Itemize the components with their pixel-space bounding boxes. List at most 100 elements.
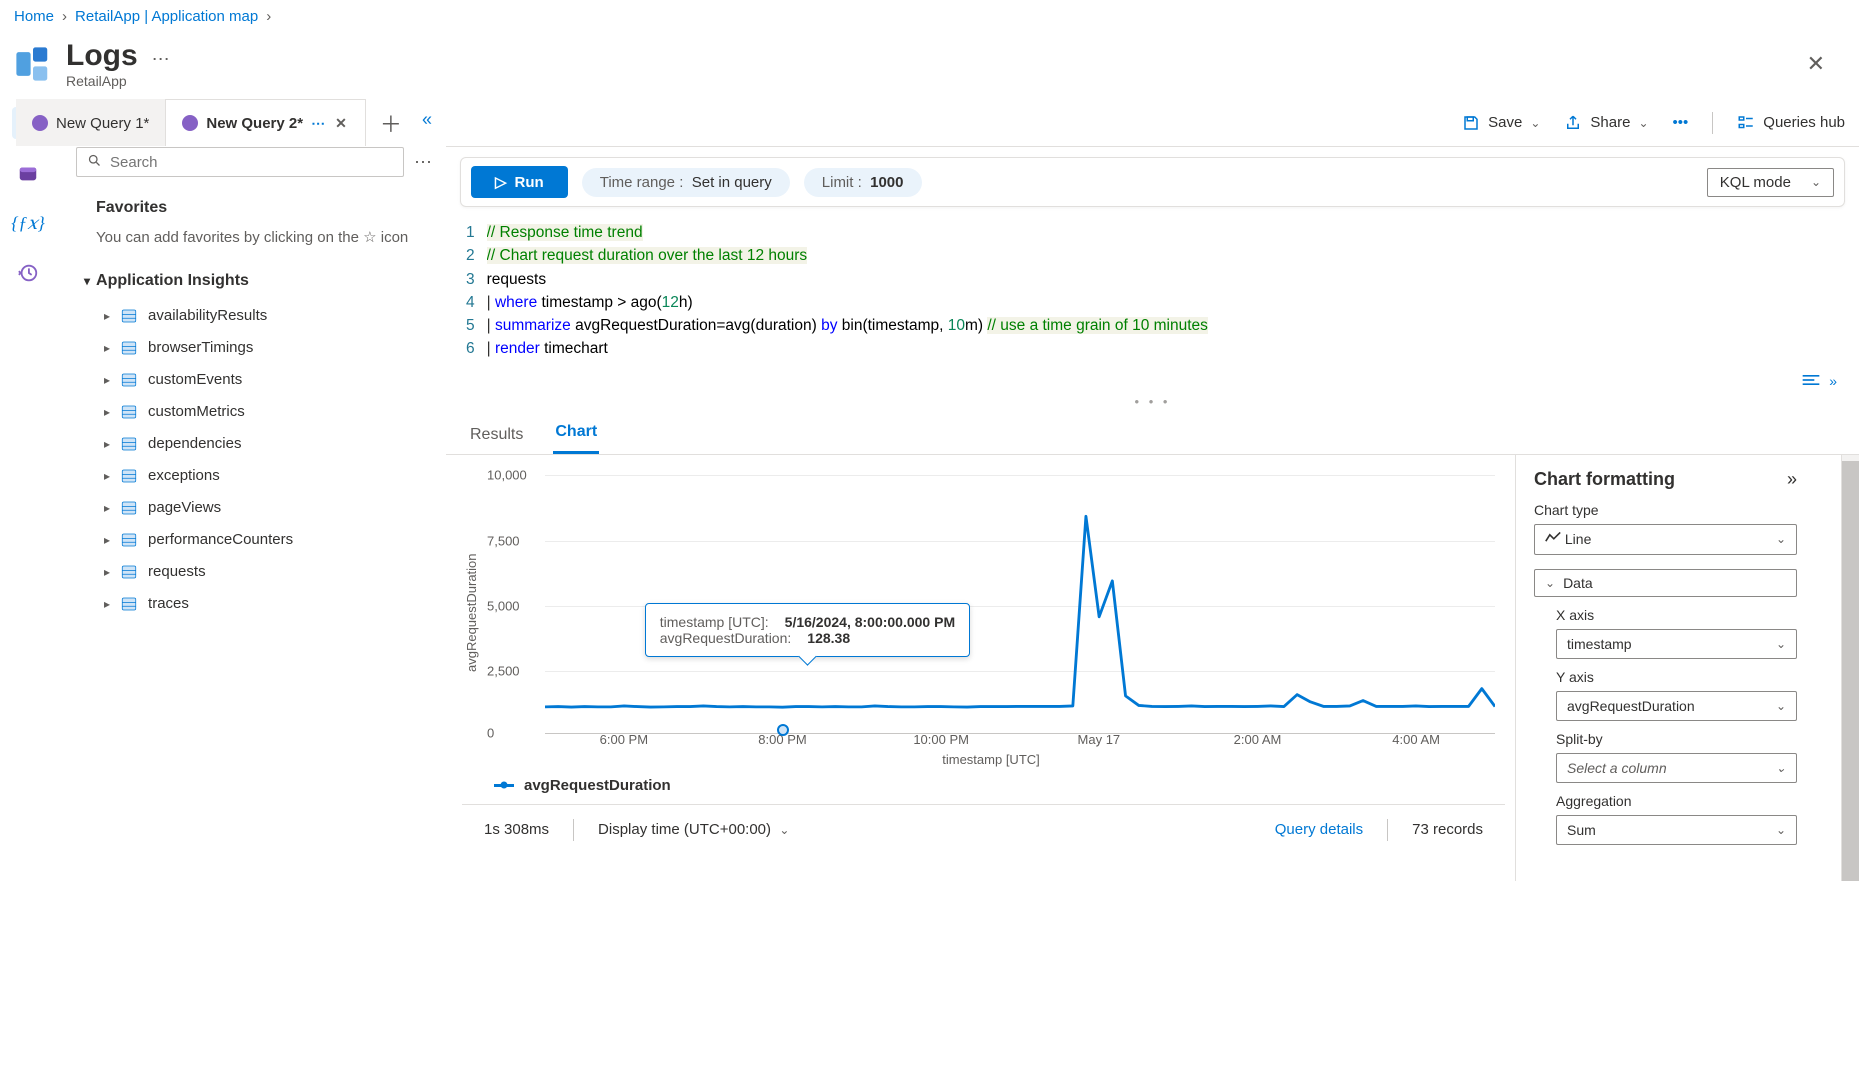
fmt-collapse-icon[interactable]: » (1787, 469, 1797, 490)
resize-grip[interactable]: • • • (446, 394, 1859, 413)
search-input[interactable] (110, 154, 393, 171)
query-tab-2[interactable]: New Query 2* ⋯ ✕ (165, 99, 365, 146)
tree-item[interactable]: ▸browserTimings (76, 332, 432, 364)
caret-right-icon: ▸ (104, 597, 110, 611)
tree-item[interactable]: ▸requests (76, 556, 432, 588)
query-editor[interactable]: 123456 // Response time trend // Chart r… (446, 217, 1859, 369)
query-tab-1[interactable]: New Query 1* (16, 99, 165, 146)
bulb-icon (32, 115, 48, 131)
toolbar-sep (1712, 112, 1713, 134)
chart-formatting-panel: Chart formatting » Chart type Line⌄ ⌄ Da… (1515, 455, 1815, 881)
table-icon (120, 531, 138, 549)
fmt-xaxis-select[interactable]: timestamp⌄ (1556, 629, 1797, 659)
table-icon (120, 563, 138, 581)
page-title-more-icon[interactable]: ⋯ (152, 49, 170, 70)
y-axis-label: avgRequestDuration (462, 463, 481, 763)
limit-pill[interactable]: Limit : 1000 (804, 168, 922, 197)
fmt-aggregation-select[interactable]: Sum⌄ (1556, 815, 1797, 845)
star-icon: ☆ (363, 229, 376, 246)
bulb-icon (182, 115, 198, 131)
y-tick: 2,500 (487, 663, 520, 678)
search-more-icon[interactable]: ⋯ (414, 152, 432, 173)
caret-right-icon: ▸ (104, 405, 110, 419)
editor-code[interactable]: // Response time trend // Chart request … (487, 221, 1859, 361)
chevron-down-icon: ⌄ (779, 823, 789, 837)
caret-right-icon: ▸ (104, 309, 110, 323)
x-tick: May 17 (1078, 732, 1121, 747)
breadcrumb-home[interactable]: Home (14, 8, 54, 25)
favorites-hint: You can add favorites by clicking on the… (76, 227, 432, 268)
fmt-data-section[interactable]: ⌄ Data (1534, 569, 1797, 597)
chevron-down-icon: ⌄ (1545, 576, 1555, 590)
logs-icon (14, 45, 52, 83)
chevron-down-icon: ⌄ (1776, 532, 1786, 546)
query-tab-label: New Query 2* (206, 115, 303, 132)
tree-item[interactable]: ▸traces (76, 588, 432, 620)
tab-more-icon[interactable]: ⋯ (311, 115, 325, 132)
word-wrap-icon[interactable] (1801, 373, 1821, 390)
tree-item[interactable]: ▸availabilityResults (76, 300, 432, 332)
tree-item-label: requests (148, 563, 206, 580)
tab-close-icon[interactable]: ✕ (333, 115, 349, 132)
chevron-down-icon: ⌄ (1638, 116, 1648, 130)
fmt-title: Chart formatting (1534, 469, 1675, 490)
toolbar-more-icon[interactable]: ••• (1673, 114, 1689, 131)
rail-history-icon[interactable] (12, 257, 44, 289)
kql-mode-select[interactable]: KQL mode⌄ (1707, 168, 1834, 197)
chart-area[interactable]: avgRequestDuration 10,000 7,500 5,000 2,… (462, 463, 1505, 763)
query-details-link[interactable]: Query details (1275, 821, 1363, 838)
play-icon: ▷ (495, 173, 507, 191)
chevron-down-icon: ⌄ (1776, 699, 1786, 713)
breadcrumb-sep: › (266, 8, 271, 25)
chevron-down-icon: ⌄ (1776, 823, 1786, 837)
breadcrumb-sep: › (62, 8, 67, 25)
run-button[interactable]: ▷ Run (471, 166, 568, 198)
page-title: Logs (66, 39, 138, 73)
chart-legend: avgRequestDuration (462, 763, 1505, 794)
line-chart-icon (1545, 531, 1561, 548)
expand-icon[interactable]: » (1829, 373, 1837, 390)
display-time-select[interactable]: Display time (UTC+00:00) ⌄ (598, 821, 789, 838)
save-icon (1462, 114, 1480, 132)
scrollbar[interactable] (1841, 455, 1859, 881)
editor-gutter: 123456 (446, 221, 487, 361)
y-tick: 5,000 (487, 598, 520, 613)
query-tabs-bar: New Query 1* New Query 2* ⋯ ✕ ＋ Save⌄ Sh… (446, 99, 1859, 147)
caret-right-icon: ▸ (104, 373, 110, 387)
tree-item[interactable]: ▸customMetrics (76, 396, 432, 428)
share-button[interactable]: Share⌄ (1564, 114, 1648, 132)
table-icon (120, 371, 138, 389)
legend-swatch (494, 784, 514, 787)
add-tab-icon[interactable]: ＋ (366, 107, 416, 139)
tree-item[interactable]: ▸pageViews (76, 492, 432, 524)
rail-functions-icon[interactable]: {ƒ𝑥} (12, 207, 44, 239)
x-tick: 2:00 AM (1234, 732, 1282, 747)
tree-item[interactable]: ▸performanceCounters (76, 524, 432, 556)
search-box[interactable] (76, 147, 404, 177)
tree-root-app-insights[interactable]: ▾ Application Insights (76, 268, 432, 300)
fmt-chart-type-select[interactable]: Line⌄ (1534, 524, 1797, 555)
chevron-down-icon: ⌄ (1776, 637, 1786, 651)
chart-tab[interactable]: Chart (553, 413, 599, 454)
queries-hub-button[interactable]: Queries hub (1737, 114, 1845, 132)
fmt-splitby-select[interactable]: Select a column⌄ (1556, 753, 1797, 783)
tree-item[interactable]: ▸customEvents (76, 364, 432, 396)
rail-queries-icon[interactable] (12, 157, 44, 189)
tree-item[interactable]: ▸dependencies (76, 428, 432, 460)
x-tick: 10:00 PM (913, 732, 969, 747)
close-blade-icon[interactable]: ✕ (1807, 51, 1825, 77)
tree-item[interactable]: ▸exceptions (76, 460, 432, 492)
fmt-yaxis-select[interactable]: avgRequestDuration⌄ (1556, 691, 1797, 721)
time-range-pill[interactable]: Time range : Set in query (582, 168, 790, 197)
chart-line (545, 467, 1495, 714)
results-tabs: Results Chart (446, 413, 1859, 455)
breadcrumb-appmap[interactable]: RetailApp | Application map (75, 8, 258, 25)
run-toolbar: ▷ Run Time range : Set in query Limit : … (446, 147, 1859, 217)
table-icon (120, 595, 138, 613)
caret-right-icon: ▸ (104, 437, 110, 451)
collapse-sidebar-icon[interactable]: » (422, 110, 432, 131)
results-tab[interactable]: Results (468, 416, 525, 454)
table-icon (120, 467, 138, 485)
caret-right-icon: ▸ (104, 501, 110, 515)
save-button[interactable]: Save⌄ (1462, 114, 1540, 132)
